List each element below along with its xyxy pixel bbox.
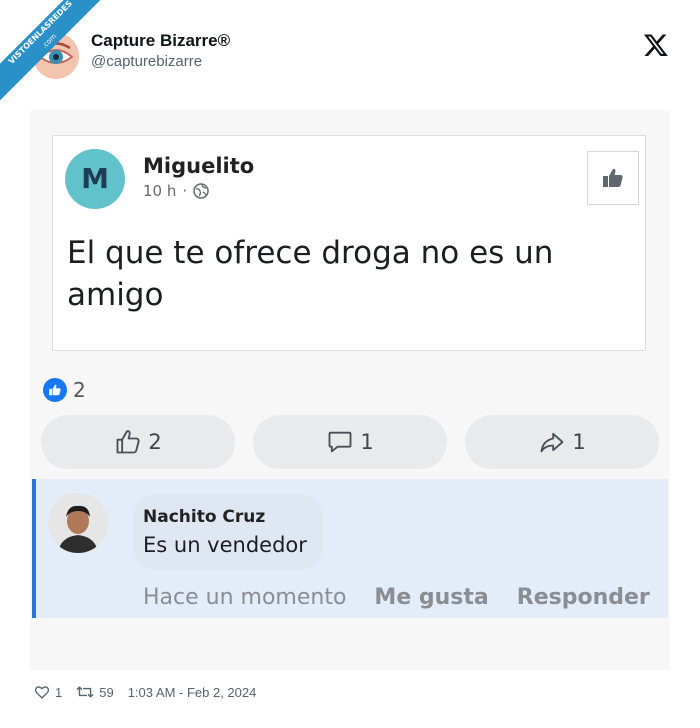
heart-icon xyxy=(34,686,50,699)
tweet-retweet-count: 59 xyxy=(99,684,114,700)
like-action-count: 2 xyxy=(148,430,162,454)
like-action-button[interactable]: 2 xyxy=(41,415,235,469)
share-action-button[interactable]: 1 xyxy=(465,415,659,469)
share-arrow-icon xyxy=(540,432,564,453)
comment-text: Es un vendedor xyxy=(143,533,307,557)
poster-name[interactable]: Miguelito xyxy=(143,154,254,178)
comment-actions: Hace un momento Me gusta Responder xyxy=(143,585,650,610)
comment-time[interactable]: Hace un momento xyxy=(143,585,346,610)
comment-reply-link[interactable]: Responder xyxy=(517,585,650,610)
post-text: El que te ofrece droga no es un amigo xyxy=(67,235,554,313)
commenter-avatar[interactable] xyxy=(48,493,108,553)
comment-action-count: 1 xyxy=(360,430,374,454)
post-like-button[interactable] xyxy=(587,151,639,205)
post-time[interactable]: 10 h xyxy=(143,182,176,200)
share-action-count: 1 xyxy=(572,430,586,454)
comment-bubble-icon xyxy=(328,431,352,453)
tweet-retweet-button[interactable]: 59 xyxy=(76,684,114,700)
post-meta: 10 h · xyxy=(143,182,209,200)
person-avatar-icon xyxy=(48,493,108,553)
commenter-name[interactable]: Nachito Cruz xyxy=(143,507,265,527)
tweet-like-count: 1 xyxy=(55,684,63,700)
like-reaction-icon xyxy=(43,378,67,402)
reaction-summary[interactable]: 2 xyxy=(43,378,86,402)
comment-action-button[interactable]: 1 xyxy=(253,415,447,469)
x-logo-icon[interactable] xyxy=(643,32,669,58)
comment-like-link[interactable]: Me gusta xyxy=(374,585,488,610)
reaction-count: 2 xyxy=(73,378,86,402)
ribbon-banner: VISTOENLASREDES .com xyxy=(0,0,115,107)
meta-separator: · xyxy=(182,182,188,200)
globe-icon xyxy=(193,183,209,199)
corner-ribbon: VISTOENLASREDES .com xyxy=(0,0,120,120)
tweet-like-button[interactable]: 1 xyxy=(34,684,62,700)
thumbs-up-icon xyxy=(603,168,623,187)
tweet-footer: 1 59 1:03 AM - Feb 2, 2024 xyxy=(34,684,256,700)
tweet-timestamp[interactable]: 1:03 AM - Feb 2, 2024 xyxy=(128,685,257,700)
thumbs-up-outline-icon xyxy=(116,430,140,454)
tweet-card: VISTOENLASREDES .com Capture Bizarre® @c… xyxy=(0,0,700,728)
poster-avatar[interactable]: M xyxy=(65,149,125,209)
retweet-icon xyxy=(76,686,94,698)
